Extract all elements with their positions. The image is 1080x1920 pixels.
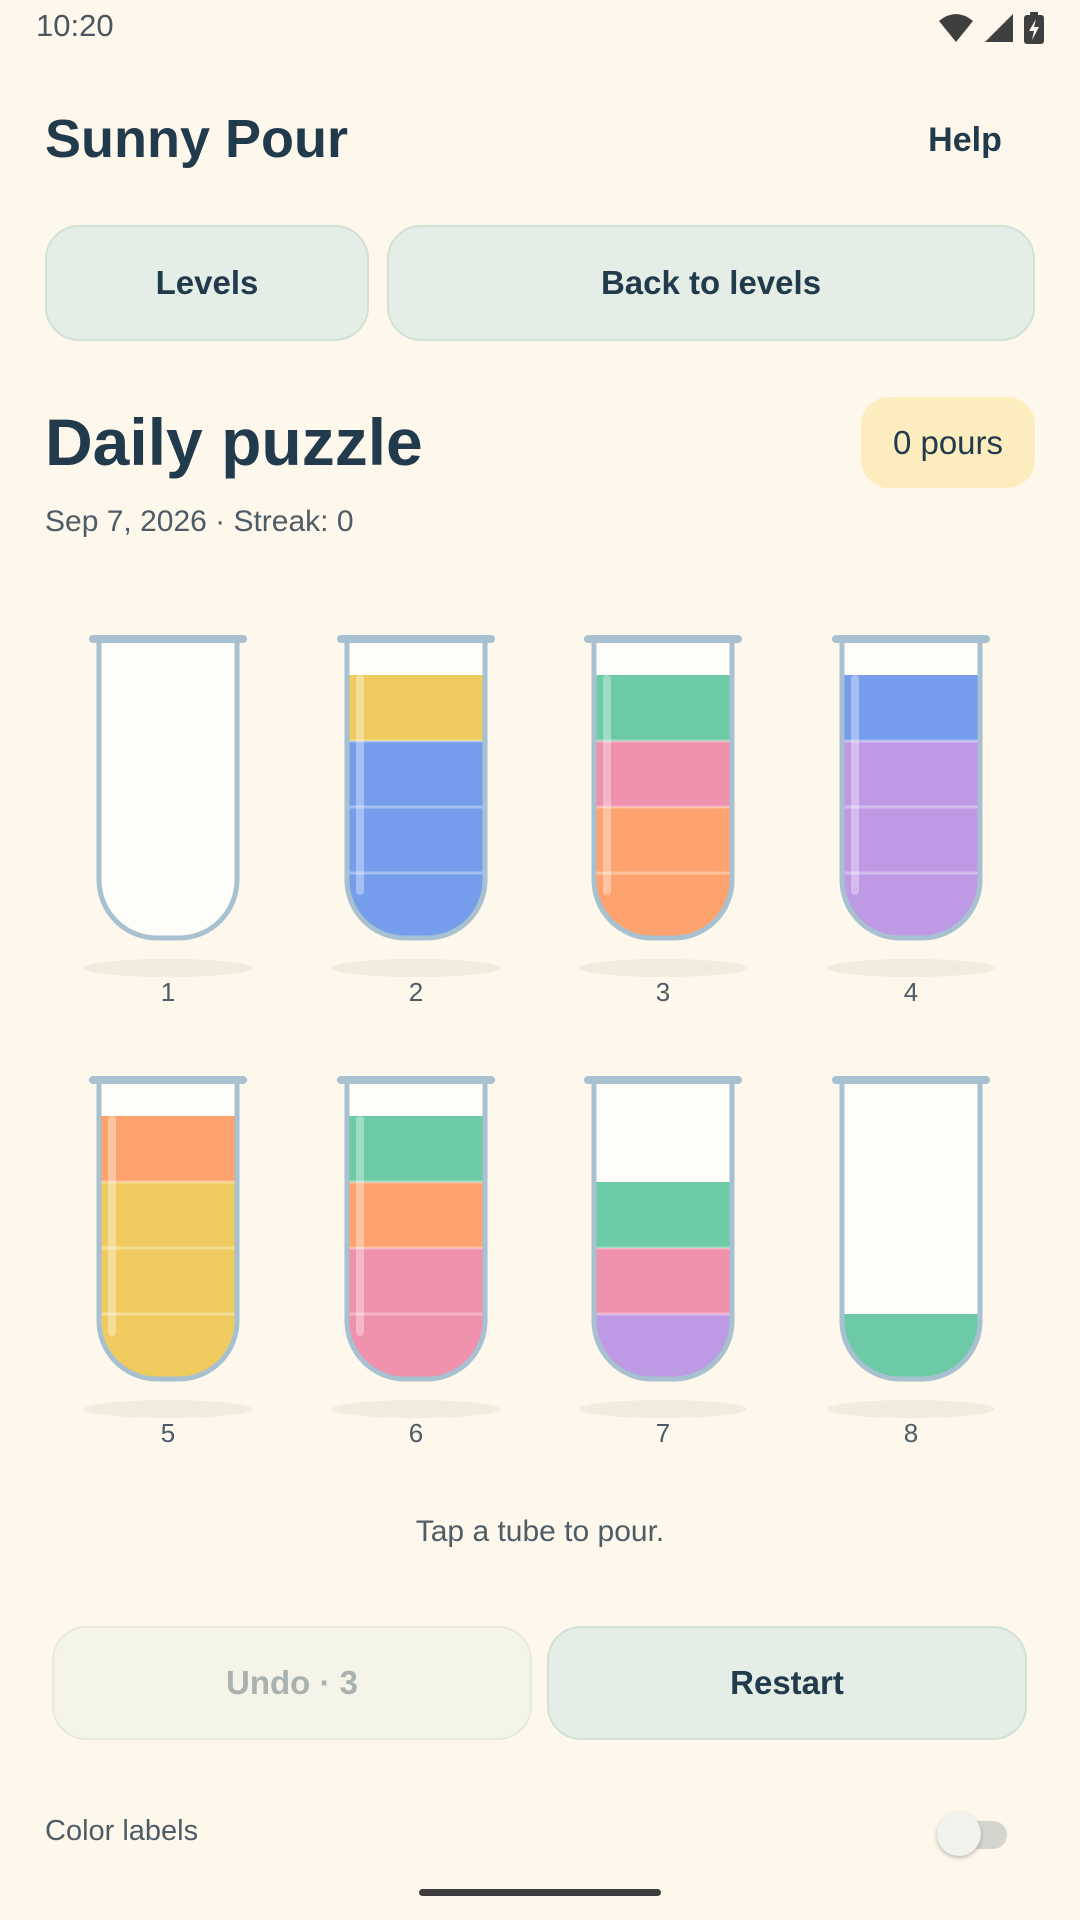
liquid-layer-yellow — [99, 1182, 237, 1248]
tube-label: 4 — [903, 977, 919, 1007]
tube-shadow — [332, 1400, 500, 1418]
liquid-layer-orange — [99, 1116, 237, 1182]
pours-counter-badge: 0 pours — [861, 397, 1035, 488]
battery-charging-icon — [1024, 12, 1044, 44]
back-to-levels-button[interactable]: Back to levels — [387, 225, 1035, 341]
liquid-layer-blue — [347, 873, 485, 938]
tube-label: 7 — [655, 1418, 671, 1448]
glass-shine — [851, 675, 859, 895]
liquid-layer-orange — [594, 807, 732, 873]
layer-divider — [594, 871, 732, 875]
app-title: Sunny Pour — [45, 109, 349, 169]
tube-3[interactable] — [583, 634, 743, 946]
liquid-layer-yellow — [99, 1248, 237, 1314]
tube-rim — [89, 1076, 247, 1084]
glass-shine — [356, 675, 364, 895]
tube-2[interactable] — [336, 634, 496, 946]
tube-rim — [584, 1076, 742, 1084]
tube-rim — [832, 635, 990, 643]
liquid-layer-blue — [347, 741, 485, 807]
layer-divider — [842, 871, 980, 875]
liquid-layer-blue — [842, 675, 980, 741]
liquid-layer-blue — [347, 807, 485, 873]
layer-divider — [594, 739, 732, 743]
help-button[interactable]: Help — [900, 112, 1030, 168]
liquid-layer-green — [347, 1116, 485, 1182]
tube-glass — [99, 640, 237, 938]
layer-divider — [347, 805, 485, 809]
tube-label: 2 — [408, 977, 424, 1007]
tube-label: 3 — [655, 977, 671, 1007]
wifi-icon — [939, 14, 973, 42]
tube-shadow — [84, 959, 252, 977]
liquid-layer-yellow — [347, 675, 485, 741]
signal-icon — [985, 14, 1013, 42]
hint-text: Tap a tube to pour. — [415, 1515, 665, 1548]
layer-divider — [347, 1246, 485, 1250]
puzzle-subtitle: Sep 7, 2026 · Streak: 0 — [45, 505, 354, 538]
status-time: 10:20 — [36, 8, 114, 43]
layer-divider — [347, 739, 485, 743]
liquid-layer-purple — [842, 873, 980, 938]
layer-divider — [347, 1180, 485, 1184]
liquid-layer-pink — [347, 1314, 485, 1379]
liquid-layer-purple — [842, 741, 980, 807]
layer-divider — [594, 805, 732, 809]
levels-button[interactable]: Levels — [45, 225, 369, 341]
liquid-layer-green — [594, 675, 732, 741]
tube-label: 6 — [408, 1418, 424, 1448]
layer-divider — [99, 1246, 237, 1250]
layer-divider — [842, 739, 980, 743]
layer-divider — [347, 1312, 485, 1316]
home-indicator[interactable] — [419, 1889, 661, 1896]
layer-divider — [842, 805, 980, 809]
liquid-layer-pink — [594, 1248, 732, 1314]
tube-5[interactable] — [88, 1075, 248, 1387]
tube-label: 8 — [903, 1418, 919, 1448]
tube-6[interactable] — [336, 1075, 496, 1387]
tube-label: 5 — [160, 1418, 176, 1448]
liquid-layer-yellow — [99, 1314, 237, 1379]
glass-shine — [603, 675, 611, 895]
tube-rim — [584, 635, 742, 643]
tube-rim — [832, 1076, 990, 1084]
glass-shine — [356, 1116, 364, 1336]
tube-shadow — [579, 1400, 747, 1418]
liquid-layer-green — [594, 1182, 732, 1248]
color-labels-label: Color labels — [45, 1815, 199, 1847]
layer-divider — [99, 1180, 237, 1184]
layer-divider — [99, 1312, 237, 1316]
layer-divider — [594, 1312, 732, 1316]
tube-rim — [337, 635, 495, 643]
tube-1[interactable] — [88, 634, 248, 946]
restart-button[interactable]: Restart — [547, 1626, 1027, 1740]
tube-shadow — [84, 1400, 252, 1418]
layer-divider — [594, 1246, 732, 1250]
liquid-layer-pink — [347, 1248, 485, 1314]
liquid-layer-pink — [594, 741, 732, 807]
tube-rim — [89, 635, 247, 643]
tube-shadow — [332, 959, 500, 977]
tube-shadow — [579, 959, 747, 977]
undo-button[interactable]: Undo · 3 — [52, 1626, 532, 1740]
tube-label: 1 — [160, 977, 176, 1007]
liquid-layer-green — [842, 1314, 980, 1379]
tube-rim — [337, 1076, 495, 1084]
liquid-layer-orange — [594, 873, 732, 938]
color-labels-toggle[interactable] — [937, 1812, 1009, 1856]
tube-4[interactable] — [831, 634, 991, 946]
liquid-layer-orange — [347, 1182, 485, 1248]
status-icons — [938, 10, 1044, 46]
tube-8[interactable] — [831, 1075, 991, 1387]
liquid-layer-purple — [594, 1314, 732, 1379]
toggle-thumb — [937, 1812, 981, 1856]
puzzle-title: Daily puzzle — [45, 405, 423, 479]
tube-7[interactable] — [583, 1075, 743, 1387]
liquid-layer-purple — [842, 807, 980, 873]
tube-shadow — [827, 1400, 995, 1418]
layer-divider — [347, 871, 485, 875]
glass-shine — [108, 1116, 116, 1336]
tube-shadow — [827, 959, 995, 977]
